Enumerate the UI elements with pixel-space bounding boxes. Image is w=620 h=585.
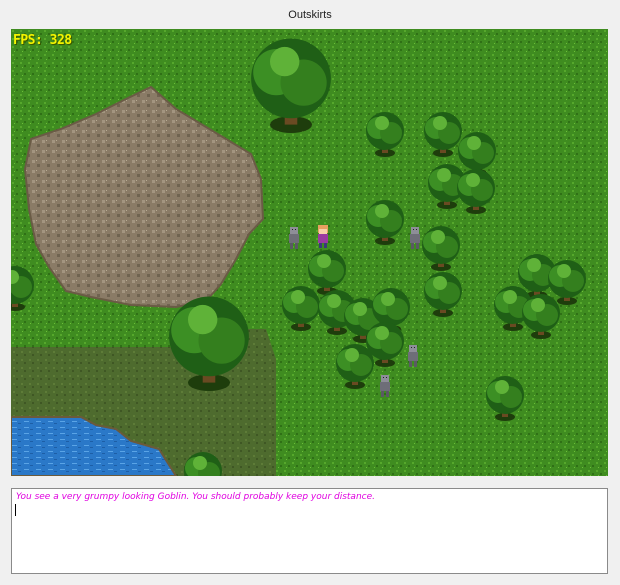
fps-counter: FPS: 328 [13, 33, 72, 48]
window-title-bar: Outskirts [0, 0, 620, 30]
text-caret [15, 504, 16, 516]
message-log-line: You see a very grumpy looking Goblin. Yo… [16, 492, 375, 502]
game-viewport[interactable]: FPS: 328 [11, 29, 608, 476]
window-title: Outskirts [288, 9, 332, 21]
message-log[interactable]: You see a very grumpy looking Goblin. Yo… [11, 488, 608, 574]
game-map[interactable] [11, 29, 608, 476]
